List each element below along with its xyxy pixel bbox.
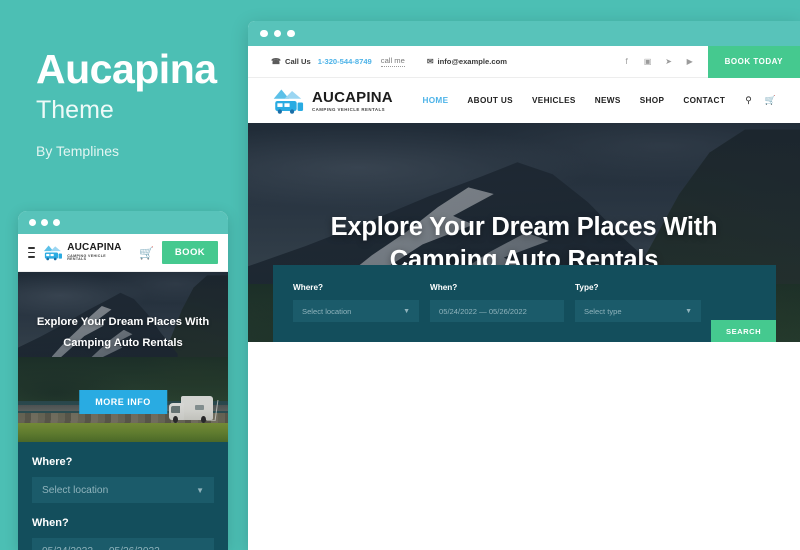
phone-icon: ☎ [271, 57, 281, 66]
mobile-hero-heading-line2: Camping Auto Rentals [63, 336, 183, 349]
primary-menu: HOME ABOUT US VEHICLES NEWS SHOP CONTACT [422, 96, 725, 105]
call-me-link[interactable]: call me [380, 56, 405, 67]
mobile-logo-name: AUCAPINA [67, 242, 122, 254]
camper-mountain-logo-icon [43, 245, 62, 261]
page-body: Where? Select location ▼ When? 05/24/202… [248, 265, 800, 550]
when-label: When? [430, 283, 458, 292]
promo-title: Aucapina [36, 46, 217, 92]
where-field-group: Where? Select location ▼ [293, 283, 430, 322]
mobile-when-label: When? [32, 517, 69, 529]
nav-utility-icons: ⚲ 🛒 [745, 95, 776, 106]
date-range-value: 05/24/2022 — 05/26/2022 [439, 306, 527, 316]
call-us-block[interactable]: ☎ Call Us 1-320-544-8749 [271, 57, 372, 66]
window-dot-maximize-icon [53, 219, 60, 226]
hero-heading-line1: Explore Your Dream Places With [330, 213, 718, 241]
window-dot-close-icon [260, 29, 268, 38]
mobile-hero-heading-line1: Explore Your Dream Places With [36, 316, 210, 328]
nav-item-shop[interactable]: SHOP [640, 96, 665, 105]
chevron-down-icon: ▼ [403, 307, 410, 315]
search-icon[interactable]: ⚲ [745, 95, 752, 106]
type-label: Type? [575, 283, 599, 292]
window-dot-minimize-icon [273, 29, 281, 38]
date-range-input[interactable]: 05/24/2022 — 05/26/2022 [430, 300, 564, 322]
nav-item-about-us[interactable]: ABOUT US [467, 96, 513, 105]
mobile-location-select[interactable]: Select location ▼ [32, 477, 214, 503]
promo-byline: By Templines [36, 142, 120, 159]
mobile-browser-chrome [18, 211, 228, 234]
mobile-logo[interactable]: AUCAPINA CAMPING VEHICLE RENTALS [43, 243, 123, 262]
nav-item-contact[interactable]: CONTACT [683, 96, 725, 105]
hamburger-icon[interactable] [28, 247, 35, 258]
window-dot-close-icon [29, 219, 36, 226]
type-value: Select type [584, 306, 622, 316]
call-us-label: Call Us [284, 57, 311, 66]
where-label: Where? [293, 283, 324, 292]
chevron-down-icon: ▼ [196, 485, 204, 495]
promo-banner: Aucapina Theme By Templines AUCAPINA CAM… [0, 0, 800, 550]
main-navbar: AUCAPINA CAMPING VEHICLE RENTALS HOME AB… [248, 78, 800, 123]
mobile-logo-tagline: CAMPING VEHICLE RENTALS [67, 253, 107, 262]
instagram-icon[interactable]: ▣ [644, 57, 652, 66]
window-dot-maximize-icon [287, 29, 295, 38]
camper-mountain-logo-icon [273, 89, 304, 114]
window-dot-minimize-icon [41, 219, 48, 226]
promo-subtitle: Theme [36, 96, 114, 125]
logo-tagline: CAMPING VEHICLE RENTALS [312, 106, 385, 112]
chevron-down-icon: ▼ [685, 307, 692, 315]
booking-search-bar: Where? Select location ▼ When? 05/24/202… [273, 265, 777, 342]
mobile-hero: Explore Your Dream Places With Camping A… [18, 272, 228, 442]
desktop-browser-chrome [248, 21, 800, 46]
social-links: f ▣ ➤ ▶ [623, 57, 694, 66]
mobile-location-value: Select location [42, 484, 109, 496]
location-value: Select location [302, 306, 352, 316]
cart-icon[interactable]: 🛒 [139, 247, 154, 259]
search-button[interactable]: SEARCH [711, 320, 777, 342]
mail-icon: ✉ [426, 57, 434, 66]
mobile-book-button[interactable]: BOOK [161, 241, 218, 264]
email-block[interactable]: ✉ info@example.com [427, 57, 507, 66]
desktop-mockup: ☎ Call Us 1-320-544-8749 call me ✉ info@… [248, 21, 800, 550]
logo-name: AUCAPINA [312, 88, 393, 106]
mobile-hero-heading: Explore Your Dream Places With Camping A… [18, 312, 228, 353]
youtube-icon[interactable]: ▶ [686, 57, 694, 66]
email-address[interactable]: info@example.com [438, 57, 507, 66]
mobile-where-label: Where? [32, 456, 73, 468]
promo-text-block: Aucapina Theme By Templines [36, 46, 236, 159]
top-contact-bar: ☎ Call Us 1-320-544-8749 call me ✉ info@… [248, 45, 800, 78]
mobile-hero-photo [18, 272, 228, 442]
nav-item-news[interactable]: NEWS [595, 96, 621, 105]
mobile-navbar: AUCAPINA CAMPING VEHICLE RENTALS 🛒 BOOK [18, 234, 228, 272]
phone-number[interactable]: 1-320-544-8749 [318, 57, 372, 66]
site-logo[interactable]: AUCAPINA CAMPING VEHICLE RENTALS [272, 88, 393, 114]
when-field-group: When? 05/24/2022 — 05/26/2022 [430, 283, 575, 322]
mobile-booking-form: Where? Select location ▼ When? 05/24/202… [18, 442, 228, 550]
facebook-icon[interactable]: f [623, 57, 631, 66]
type-select[interactable]: Select type ▼ [575, 300, 701, 322]
nav-item-home[interactable]: HOME [422, 96, 448, 105]
cart-icon[interactable]: 🛒 [765, 95, 776, 106]
location-select[interactable]: Select location ▼ [293, 300, 419, 322]
mobile-date-input[interactable]: 05/24/2022 — 05/26/2022 [32, 538, 214, 550]
mobile-mockup: AUCAPINA CAMPING VEHICLE RENTALS 🛒 BOOK [18, 211, 228, 550]
book-today-button[interactable]: BOOK TODAY [707, 45, 800, 78]
mobile-date-value: 05/24/2022 — 05/26/2022 [42, 546, 160, 550]
telegram-icon[interactable]: ➤ [665, 57, 673, 66]
nav-item-vehicles[interactable]: VEHICLES [532, 96, 576, 105]
mobile-more-info-button[interactable]: MORE INFO [79, 390, 167, 414]
type-field-group: Type? Select type ▼ [575, 283, 711, 322]
